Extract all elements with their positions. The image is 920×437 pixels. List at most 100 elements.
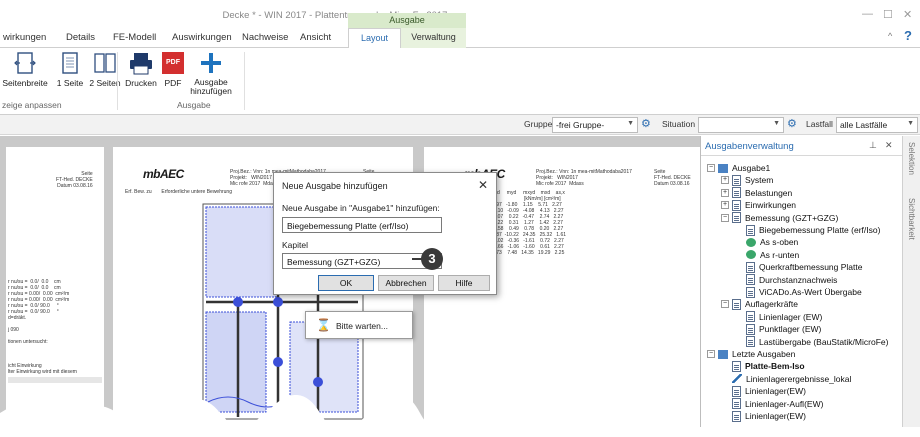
tree-item[interactable]: Durchstanznachweis (735, 274, 837, 286)
tree-item[interactable]: Lastübergabe (BauStatik/MicroFe) (735, 336, 888, 348)
close-panel-icon[interactable]: ✕ (885, 140, 893, 151)
printer-icon (128, 50, 154, 76)
tree-item[interactable]: Linienlager-Aufl(EW) (721, 398, 823, 410)
pin-icon[interactable]: ⊥ (869, 140, 877, 151)
expand-icon[interactable]: + (721, 201, 729, 210)
side-tab-sichtbarkeit[interactable]: Sichtbarkeit (907, 198, 916, 240)
ribbon-separator (244, 52, 245, 110)
tab-verwaltung[interactable]: Verwaltung (401, 28, 466, 48)
chapter-label: Kapitel (282, 240, 308, 250)
tree-item[interactable]: Biegebemessung Platte (erf/Iso) (735, 224, 880, 236)
minimize-icon[interactable]: — (862, 8, 873, 20)
side-tab-selektion[interactable]: Selektion (907, 142, 916, 175)
document-icon (732, 199, 741, 211)
tree-item-label: Ausgabe1 (732, 163, 771, 173)
tree-item[interactable]: − Ausgabe1 (707, 162, 770, 174)
pdf-button[interactable]: PDF PDF (160, 50, 186, 88)
tab-auswirkungen-partial[interactable]: wirkungen (3, 32, 46, 43)
one-page-button[interactable]: 1 Seite (52, 50, 88, 88)
torn-edge (0, 395, 700, 427)
tab-ansicht[interactable]: Ansicht (300, 32, 331, 43)
tree-item[interactable]: ViCADo.As-Wert Übergabe (735, 286, 862, 298)
ribbon-separator (117, 52, 118, 110)
tree-item-label: Linienlagerergebnisse_lokal (746, 373, 852, 384)
tab-details[interactable]: Details (66, 32, 95, 43)
collapse-icon[interactable]: − (721, 300, 729, 309)
document-icon (732, 298, 741, 310)
maximize-icon[interactable]: ☐ (883, 8, 893, 21)
tree-item[interactable]: Querkraftbemessung Platte (735, 261, 862, 273)
tree-item-label: ViCADo.As-Wert Übergabe (759, 287, 862, 297)
tab-layout[interactable]: Layout (348, 28, 401, 49)
folder-icon (718, 349, 728, 359)
folder-icon (718, 163, 728, 173)
plus-icon (198, 50, 224, 76)
chevron-down-icon: ▼ (907, 120, 914, 127)
collapse-icon[interactable]: − (707, 350, 715, 358)
tree-item-label: Letzte Ausgaben (732, 349, 796, 359)
tree-item[interactable]: − Auflagerkräfte (721, 298, 798, 310)
document-icon (732, 187, 741, 199)
pen-icon (732, 374, 742, 384)
tree-item[interactable]: Platte-Bem-Iso (721, 360, 805, 372)
help-icon[interactable]: ? (904, 28, 912, 43)
hourglass-icon: ⌛ (316, 318, 331, 332)
tree-item[interactable]: Linienlager (EW) (735, 311, 822, 323)
tree-item[interactable]: As s-oben (735, 236, 798, 248)
page-text-left: r nu/su = 0.0/ 0.0 cm r nu/su = 0.0/ 0.0… (8, 279, 77, 375)
tree-item[interactable]: + Einwirkungen (721, 199, 796, 211)
document-icon (746, 224, 755, 236)
tree-item[interactable]: Linienlager(EW) (721, 385, 806, 397)
gear-icon[interactable]: ⚙ (787, 117, 797, 130)
side-tab-strip: Selektion Sichtbarkeit (902, 136, 920, 427)
group-label-view: zeige anpassen (2, 100, 62, 110)
chevron-down-icon: ▼ (773, 120, 780, 127)
expand-icon[interactable]: + (721, 188, 729, 197)
wait-text: Bitte warten... (336, 321, 388, 331)
preview-page-1: Seite FT-Hed. DECKE Datum 03.08.16 r nu/… (6, 147, 104, 437)
tree-item[interactable]: As r-unten (735, 249, 799, 261)
chapter-select[interactable]: Bemessung (GZT+GZG) ⌄ (282, 253, 442, 269)
lastfall-select[interactable]: alle Lastfälle ▼ (836, 117, 918, 133)
rebar-icon (746, 250, 756, 260)
document-icon (746, 336, 755, 348)
cancel-button[interactable]: Abbrechen (378, 275, 434, 291)
collapse-icon[interactable]: − (721, 213, 729, 222)
close-icon[interactable]: ✕ (903, 8, 912, 21)
help-button[interactable]: Hilfe (438, 275, 490, 291)
dialog-title: Neue Ausgabe hinzufügen (282, 181, 388, 191)
add-output-dialog: Neue Ausgabe hinzufügen ✕ Neue Ausgabe i… (273, 172, 497, 295)
two-pages-icon (92, 50, 118, 76)
gruppe-select[interactable]: -frei Gruppe- ▼ (552, 117, 638, 133)
tree-item[interactable]: − Letzte Ausgaben (707, 348, 795, 360)
window-title: Decke * - WIN 2017 - Plattentragwerk - M… (222, 10, 448, 21)
add-output-button[interactable]: Ausgabe hinzufügen (187, 50, 235, 96)
one-page-icon (57, 50, 83, 76)
tree-item[interactable]: Linienlager(EW) (721, 410, 806, 422)
ok-button[interactable]: OK (318, 275, 374, 291)
tree-item[interactable]: + Belastungen (721, 187, 792, 199)
close-icon[interactable]: ✕ (478, 178, 488, 192)
step-badge: 3 (421, 248, 443, 270)
collapse-icon[interactable]: − (707, 164, 715, 172)
tree-item-label: Auflagerkräfte (745, 299, 798, 310)
tree-item[interactable]: − Bemessung (GZT+GZG) (721, 212, 838, 224)
tree-item[interactable]: Punktlager (EW) (735, 323, 821, 335)
tab-fe-modell[interactable]: FE-Modell (113, 32, 156, 43)
gear-icon[interactable]: ⚙ (641, 117, 651, 130)
mbaec-logo: mbAEC (143, 167, 184, 181)
situation-select[interactable]: ▼ (698, 117, 784, 133)
document-icon (746, 286, 755, 298)
collapse-ribbon-icon[interactable]: ^ (888, 31, 892, 41)
tree-item-label: Linienlager (EW) (759, 311, 823, 322)
expand-icon[interactable]: + (721, 176, 729, 185)
output-name-input[interactable]: Biegebemessung Platte (erf/Iso) (282, 217, 442, 233)
tab-auswirkungen[interactable]: Auswirkungen (172, 32, 232, 43)
document-icon (746, 311, 755, 323)
print-button[interactable]: Drucken (124, 50, 158, 88)
output-manager-panel: Ausgabenverwaltung ⊥ ✕ − Ausgabe1 + System +… (700, 136, 902, 427)
tree-item[interactable]: Linienlagerergebnisse_lokal (721, 373, 851, 385)
page-width-button[interactable]: Seitenbreite (0, 50, 50, 88)
tab-nachweise[interactable]: Nachweise (242, 32, 288, 43)
tree-item[interactable]: + System (721, 174, 773, 186)
